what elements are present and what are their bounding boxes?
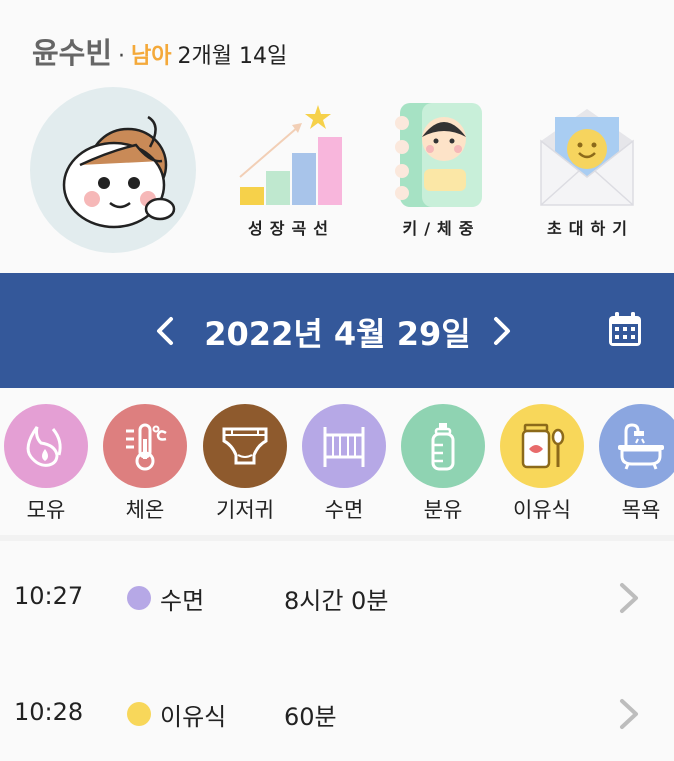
previous-date-button[interactable] bbox=[145, 311, 185, 351]
category-diaper[interactable]: 기저귀 bbox=[203, 404, 287, 524]
category-formula[interactable]: 분유 bbox=[401, 404, 485, 524]
baby-gender: 남아 bbox=[131, 44, 172, 69]
category-circle bbox=[401, 404, 485, 488]
height-weight-label: 키/체중 bbox=[402, 219, 481, 238]
chevron-left-icon bbox=[157, 317, 173, 345]
calendar-icon bbox=[609, 312, 641, 346]
record-time: 10:27 bbox=[14, 582, 84, 610]
invite-label: 초대하기 bbox=[547, 219, 634, 238]
height-weight-book-icon bbox=[395, 103, 482, 207]
category-circle bbox=[203, 404, 287, 488]
category-label: 이유식 bbox=[513, 498, 571, 522]
baby-name: 윤수빈 bbox=[32, 36, 113, 70]
category-label: 분유 bbox=[423, 498, 463, 522]
crib-icon bbox=[323, 427, 365, 467]
record-time: 10:28 bbox=[14, 698, 84, 726]
category-sleep[interactable]: 수면 bbox=[302, 404, 386, 524]
baby-bottle-icon bbox=[431, 423, 455, 471]
baby-food-icon bbox=[521, 423, 565, 469]
category-circle bbox=[302, 404, 386, 488]
calendar-button[interactable] bbox=[606, 310, 644, 350]
section-divider bbox=[0, 535, 674, 541]
record-row[interactable]: 10:28 이유식 60분 bbox=[0, 684, 674, 744]
record-type: 이유식 bbox=[160, 703, 227, 731]
baby-age: 2개월 14일 bbox=[177, 44, 288, 69]
record-type-dot bbox=[127, 702, 151, 726]
record-type-dot bbox=[127, 586, 151, 610]
breast-milk-icon bbox=[26, 426, 62, 467]
bathtub-icon bbox=[618, 423, 664, 470]
thermometer-icon bbox=[126, 423, 167, 471]
category-circle bbox=[103, 404, 187, 488]
record-amount: 60분 bbox=[284, 703, 337, 731]
separator: · bbox=[118, 44, 126, 69]
category-circle bbox=[500, 404, 584, 488]
category-bath[interactable]: 목욕 bbox=[599, 404, 674, 524]
height-weight-button[interactable]: 키/체중 bbox=[373, 95, 503, 245]
category-label: 기저귀 bbox=[216, 498, 274, 522]
category-circle bbox=[599, 404, 674, 488]
baby-avatar[interactable] bbox=[30, 87, 196, 253]
category-baby-food[interactable]: 이유식 bbox=[500, 404, 584, 524]
record-category-row: 모유 체온 기저귀 수면 분유 이유식 목욕 bbox=[0, 400, 674, 530]
invite-envelope-icon bbox=[540, 109, 634, 206]
record-amount: 8시간 0분 bbox=[284, 587, 389, 615]
date-navigation-bar: 2022년 4월 29일 bbox=[0, 273, 674, 388]
category-breast-milk[interactable]: 모유 bbox=[4, 404, 88, 524]
growth-chart-icon bbox=[239, 105, 342, 205]
baby-face-icon bbox=[62, 115, 176, 229]
profile-summary: 윤수빈 · 남아 2개월 14일 bbox=[32, 30, 287, 72]
record-type: 수면 bbox=[160, 587, 205, 615]
chevron-right-icon bbox=[620, 583, 638, 613]
category-label: 수면 bbox=[324, 498, 364, 522]
chevron-right-icon bbox=[620, 699, 638, 729]
diaper-icon bbox=[222, 427, 268, 465]
chevron-right-icon bbox=[494, 317, 510, 345]
growth-chart-label: 성장곡선 bbox=[248, 219, 335, 238]
category-label: 목욕 bbox=[621, 498, 661, 522]
category-circle bbox=[4, 404, 88, 488]
category-label: 모유 bbox=[26, 498, 66, 522]
invite-button[interactable]: 초대하기 bbox=[522, 95, 652, 245]
growth-chart-button[interactable]: 성장곡선 bbox=[223, 95, 353, 245]
record-row[interactable]: 10:27 수면 8시간 0분 bbox=[0, 568, 674, 628]
category-label: 체온 bbox=[125, 498, 165, 522]
category-temperature[interactable]: 체온 bbox=[103, 404, 187, 524]
current-date: 2022년 4월 29일 bbox=[204, 315, 471, 353]
next-date-button[interactable] bbox=[482, 311, 522, 351]
